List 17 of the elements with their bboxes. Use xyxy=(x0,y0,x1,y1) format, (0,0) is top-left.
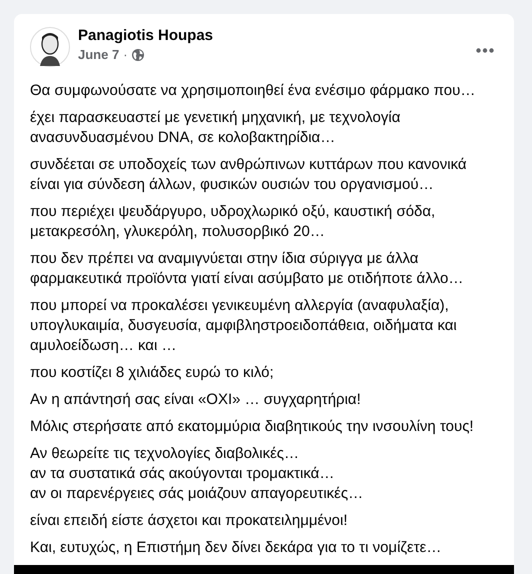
post-paragraph: που περιέχει ψευδάργυρο, υδροχλωρικό οξύ, καυστική σόδα, μετακρεσόλη, γλυκερόλη, πολυσορβικό 20… xyxy=(30,202,436,242)
post-paragraph: Θα συμφωνούσατε να χρησιμοποιηθεί ένα ενέσιμο φάρμακο που… xyxy=(30,81,476,101)
post-paragraph: συνδέεται σε υποδοχείς των ανθρώπινων κυττάρων που κανονικά είναι για σύνδεση άλλων, φυσικών ουσιών του οργανισμού… xyxy=(30,155,468,195)
post-paragraph: που κοστίζει 8 χιλιάδες ευρώ το κιλό; xyxy=(30,363,275,383)
avatar-icon[interactable] xyxy=(30,27,70,67)
separator: · xyxy=(123,47,128,62)
post-paragraph: έχει παρασκευαστεί με γενετική μηχανική, με τεχνολογία ανασυνδυασμένου DNA, σε κολοβακτηρίδια… xyxy=(30,108,402,148)
author-name[interactable]: Panagiotis Houpas xyxy=(78,26,214,45)
post-paragraph: Αν η απάντησή σας είναι «ΟΧΙ» … συγχαρητήρια! xyxy=(30,390,362,410)
post-paragraph: που δεν πρέπει να αναμιγνύεται στην ίδια σύριγγα με άλλα φαρμακευτικά προϊόντα γιατί είναι ασύμβατο με οτιδήποτε άλλο… xyxy=(30,249,464,289)
post-paragraph: που μπορεί να προκαλέσει γενικευμένη αλλεργία (αναφυλαξία), υπογλυκαιμία, δυσγευσία, αμφιβληστροειδοπάθεια, οιδήματα και αμυλοείδωση… και … xyxy=(30,296,458,356)
post-paragraph: Αν θεωρείτε τις τεχνολογίες διαβολικές… αν τα συστατικά σάς ακούγονται τρομακτικά… αν οι παρενέργειες σάς μοιάζουν απαγορευτικές… xyxy=(30,444,364,504)
post-paragraph: Μόλις στερήσατε από εκατομμύρια διαβητικούς την ινσουλίνη τους! xyxy=(30,417,475,437)
globe-icon xyxy=(132,48,144,60)
post-paragraph: είναι επειδή είστε άσχετοι και προκατειλημμένοι! xyxy=(30,511,349,531)
post-paragraph: Και, ευτυχώς, η Επιστήμη δεν δίνει δεκάρα για το τι νομίζετε… xyxy=(30,538,442,558)
post-date[interactable]: June 7 xyxy=(78,47,120,62)
